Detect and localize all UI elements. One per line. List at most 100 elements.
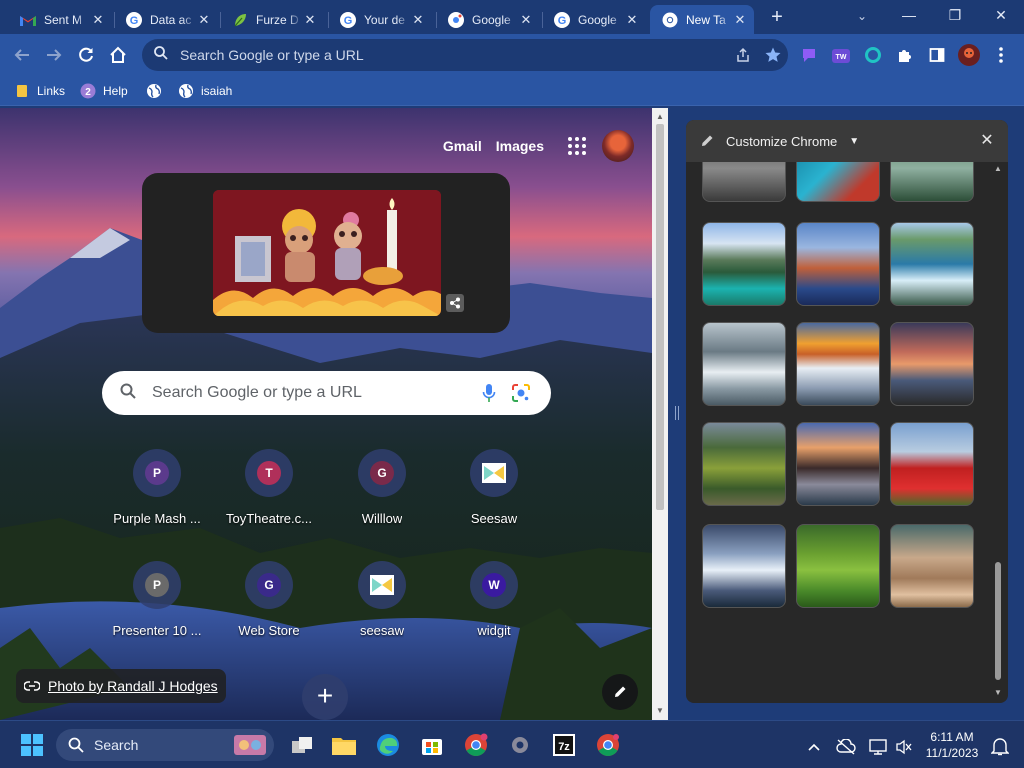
images-link[interactable]: Images — [496, 138, 544, 154]
background-thumbnail[interactable] — [796, 524, 880, 608]
background-thumbnail[interactable] — [702, 162, 786, 202]
ntp-search-box[interactable]: Search Google or type a URL — [102, 371, 551, 415]
extensions-puzzle-icon[interactable] — [894, 44, 916, 66]
background-thumbnail[interactable] — [796, 222, 880, 306]
tab-your-data[interactable]: G Your de ✕ — [328, 5, 432, 34]
google-lens-icon[interactable] — [505, 377, 537, 409]
background-thumbnail[interactable] — [796, 162, 880, 202]
side-panel-scrollbar[interactable]: ▲ ▼ — [992, 164, 1004, 700]
scroll-up-arrow-icon[interactable]: ▲ — [992, 164, 1004, 173]
google-doodle[interactable] — [213, 190, 441, 316]
extension-tw-icon[interactable]: TW — [830, 44, 852, 66]
bookmark-links[interactable]: Links — [14, 81, 65, 101]
close-icon[interactable]: ✕ — [196, 12, 212, 28]
background-thumbnail[interactable] — [702, 322, 786, 406]
shortcut-presenter[interactable]: P Presenter 10 ... — [101, 561, 213, 657]
bookmark-help[interactable]: 2 Help — [80, 81, 128, 101]
share-doodle-button[interactable] — [446, 294, 464, 312]
notifications-bell-icon[interactable] — [986, 732, 1014, 760]
close-window-button[interactable]: ✕ — [978, 0, 1024, 30]
network-icon[interactable] — [864, 733, 892, 761]
side-panel-selector[interactable]: Customize Chrome ▼ — [692, 125, 867, 157]
tray-overflow-chevron-icon[interactable] — [800, 733, 828, 761]
apps-grid-icon[interactable] — [566, 135, 588, 157]
chrome-icon[interactable] — [594, 731, 622, 759]
reload-button[interactable] — [72, 41, 100, 69]
extension-ring-icon[interactable] — [862, 44, 884, 66]
background-thumbnail[interactable] — [890, 162, 974, 202]
background-thumbnail[interactable] — [796, 322, 880, 406]
tab-furze[interactable]: Furze D ✕ — [220, 5, 324, 34]
customize-pencil-button[interactable] — [602, 674, 638, 710]
tab-search-chevron-icon[interactable]: ⌄ — [852, 6, 872, 26]
tab-sent-mail[interactable]: Sent M ✕ — [8, 5, 112, 34]
task-view-icon[interactable] — [288, 731, 316, 759]
scroll-down-arrow-icon[interactable]: ▼ — [992, 688, 1004, 697]
voice-search-icon[interactable] — [473, 377, 505, 409]
back-button[interactable] — [8, 41, 36, 69]
tab-google-lens[interactable]: Google ✕ — [436, 5, 540, 34]
windows-start-icon[interactable] — [18, 731, 46, 759]
close-icon[interactable]: ✕ — [90, 12, 106, 28]
bookmark-globe[interactable] — [146, 81, 169, 101]
shortcut-seesaw[interactable]: Seesaw — [438, 449, 550, 545]
bookmark-star-icon[interactable] — [758, 40, 788, 70]
close-icon[interactable]: ✕ — [302, 12, 318, 28]
shortcut-willlow[interactable]: G Willlow — [326, 449, 438, 545]
extension-purple-icon[interactable] — [798, 44, 820, 66]
file-explorer-icon[interactable] — [330, 731, 358, 759]
background-thumbnail[interactable] — [890, 322, 974, 406]
close-icon[interactable]: ✕ — [518, 12, 534, 28]
shortcut-toytheatre[interactable]: T ToyTheatre.c... — [213, 449, 325, 545]
add-shortcut-button[interactable]: + — [302, 674, 348, 720]
profile-avatar-icon[interactable] — [958, 44, 980, 66]
background-thumbnail[interactable] — [796, 422, 880, 506]
forward-button[interactable] — [40, 41, 68, 69]
cloud-offline-icon[interactable] — [832, 733, 860, 761]
side-panel-icon[interactable] — [926, 44, 948, 66]
pencil-icon — [702, 135, 713, 146]
restore-button[interactable]: ❐ — [932, 0, 978, 30]
close-icon[interactable]: ✕ — [732, 12, 748, 28]
background-thumbnail[interactable] — [702, 524, 786, 608]
settings-gear-icon[interactable] — [506, 731, 534, 759]
menu-icon[interactable] — [990, 44, 1012, 66]
omnibox[interactable]: Search Google or type a URL — [142, 39, 788, 71]
background-thumbnail[interactable] — [702, 222, 786, 306]
tab-data[interactable]: G Data ac ✕ — [114, 5, 218, 34]
minimize-button[interactable]: — — [886, 0, 932, 30]
photo-credit-link[interactable]: Photo by Randall J Hodges — [16, 669, 226, 703]
share-icon[interactable] — [728, 40, 758, 70]
shortcut-widgit[interactable]: W widgit — [438, 561, 550, 657]
edge-icon[interactable] — [374, 731, 402, 759]
volume-muted-icon[interactable] — [890, 733, 918, 761]
scrollbar-thumb[interactable] — [656, 124, 664, 510]
close-icon[interactable]: ✕ — [624, 12, 640, 28]
close-side-panel-button[interactable]: ✕ — [976, 130, 998, 152]
7zip-icon[interactable]: 7z — [550, 731, 578, 759]
shortcut-seesaw-2[interactable]: seesaw — [326, 561, 438, 657]
gmail-link[interactable]: Gmail — [443, 138, 482, 154]
close-icon[interactable]: ✕ — [410, 12, 426, 28]
microsoft-store-icon[interactable] — [418, 731, 446, 759]
side-panel-resize-handle[interactable] — [668, 108, 686, 720]
page-scrollbar[interactable]: ▲ ▼ — [652, 108, 668, 720]
tab-new-tab[interactable]: New Ta ✕ — [650, 5, 754, 34]
bookmark-isaiah[interactable]: isaiah — [178, 81, 232, 101]
scrollbar-thumb[interactable] — [995, 562, 1001, 680]
tab-google[interactable]: G Google ✕ — [542, 5, 646, 34]
scroll-down-arrow-icon[interactable]: ▼ — [652, 704, 668, 718]
home-button[interactable] — [104, 41, 132, 69]
shortcut-web-store[interactable]: G Web Store — [213, 561, 325, 657]
taskbar-search[interactable]: Search — [56, 729, 274, 761]
scroll-up-arrow-icon[interactable]: ▲ — [652, 110, 668, 124]
new-tab-button[interactable]: + — [764, 6, 790, 30]
system-clock[interactable]: 6:11 AM 11/1/2023 — [920, 729, 984, 761]
background-thumbnail[interactable] — [890, 222, 974, 306]
background-thumbnail[interactable] — [890, 422, 974, 506]
shortcut-purple-mash[interactable]: P Purple Mash ... — [101, 449, 213, 545]
account-avatar[interactable] — [602, 130, 634, 162]
background-thumbnail[interactable] — [890, 524, 974, 608]
background-thumbnail[interactable] — [702, 422, 786, 506]
chrome-profile-icon[interactable] — [462, 731, 490, 759]
